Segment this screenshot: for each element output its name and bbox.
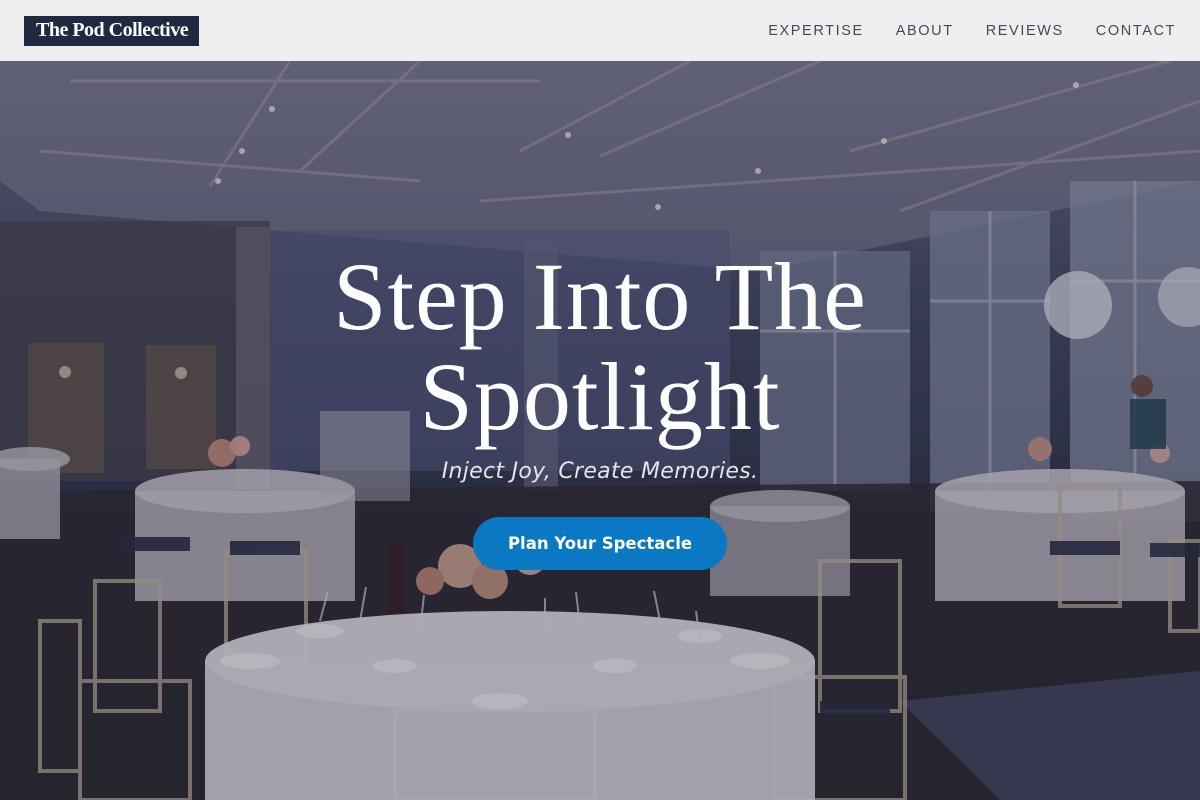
nav-link-about[interactable]: ABOUT (896, 23, 954, 39)
nav-link-expertise[interactable]: EXPERTISE (768, 23, 864, 39)
main-nav: EXPERTISE ABOUT REVIEWS CONTACT (736, 23, 1176, 39)
nav-link-contact[interactable]: CONTACT (1096, 23, 1176, 39)
hero-headline: Step Into The Spotlight (0, 247, 1200, 447)
hero-headline-line-2: Spotlight (419, 343, 781, 450)
nav-link-reviews[interactable]: REVIEWS (986, 23, 1064, 39)
plan-your-spectacle-button[interactable]: Plan Your Spectacle (473, 517, 727, 570)
hero-tagline: Inject Joy, Create Memories. (441, 459, 759, 484)
hero-section: Step Into The Spotlight Inject Joy, Crea… (0, 61, 1200, 800)
site-header: The Pod Collective EXPERTISE ABOUT REVIE… (0, 0, 1200, 61)
hero-headline-line-1: Step Into The (333, 243, 867, 350)
site-logo[interactable]: The Pod Collective (24, 15, 200, 46)
